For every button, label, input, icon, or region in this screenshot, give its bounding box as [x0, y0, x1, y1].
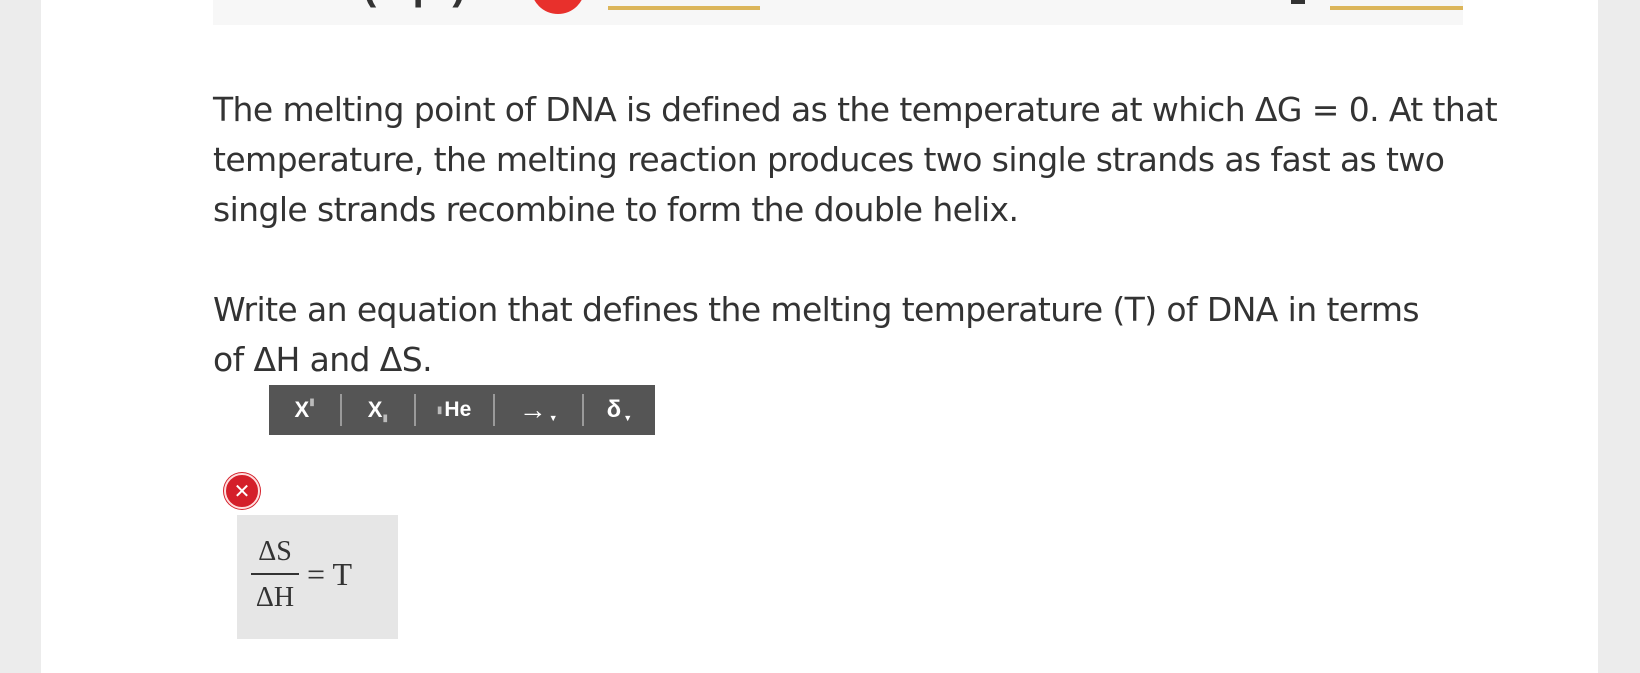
element-marker-icon: ▮ — [436, 404, 443, 416]
symbol-dropdown-button[interactable]: δ ▼ — [584, 392, 655, 428]
arrow-dropdown-button[interactable]: → ▼ — [495, 392, 582, 428]
fraction-bar — [251, 573, 299, 575]
arrow-icon: → — [518, 394, 547, 425]
chevron-down-icon: ▼ — [623, 413, 633, 423]
question-line: single strands recombine to form the dou… — [213, 190, 1019, 229]
question-line: temperature, the melting reaction produc… — [213, 140, 1445, 179]
answer-underline — [608, 6, 760, 10]
question-paragraph-2: Write an equation that defines the melti… — [213, 285, 1473, 385]
dash-mark — [1291, 0, 1305, 4]
answer-input[interactable]: ΔS ΔH = T — [237, 515, 398, 639]
superscript-button[interactable]: X ▮ — [269, 392, 340, 428]
question-paragraph-1: The melting point of DNA is defined as t… — [213, 85, 1498, 235]
part-header: Part C (1 pt) — [213, 0, 1463, 25]
subscript-marker-icon: ▮ — [382, 412, 388, 424]
fraction: ΔS ΔH — [251, 533, 299, 617]
equation-toolbar: X ▮ X ▮ ▮ He → ▼ δ ▼ — [269, 385, 655, 435]
answer-underline-secondary — [1330, 6, 1463, 10]
part-title: Part C (1 pt) — [227, 0, 467, 9]
status-dot-icon — [531, 0, 585, 14]
delta-icon: δ — [606, 396, 622, 423]
element-label: He — [444, 398, 472, 421]
subscript-button[interactable]: X ▮ — [342, 392, 413, 428]
close-circle-icon: ✕ — [224, 473, 260, 509]
question-line: Write an equation that defines the melti… — [213, 290, 1420, 329]
equation-rest: = T — [307, 556, 353, 592]
superscript-marker-icon: ▮ — [309, 396, 315, 408]
question-line: of ΔH and ΔS. — [213, 340, 433, 379]
chevron-down-icon: ▼ — [548, 413, 558, 423]
element-button[interactable]: ▮ He — [416, 392, 493, 428]
subscript-label: X — [367, 397, 383, 422]
question-line: The melting point of DNA is defined as t… — [213, 90, 1498, 129]
superscript-label: X — [294, 397, 310, 422]
fraction-denominator: ΔH — [255, 582, 295, 613]
fraction-numerator: ΔS — [258, 536, 292, 567]
